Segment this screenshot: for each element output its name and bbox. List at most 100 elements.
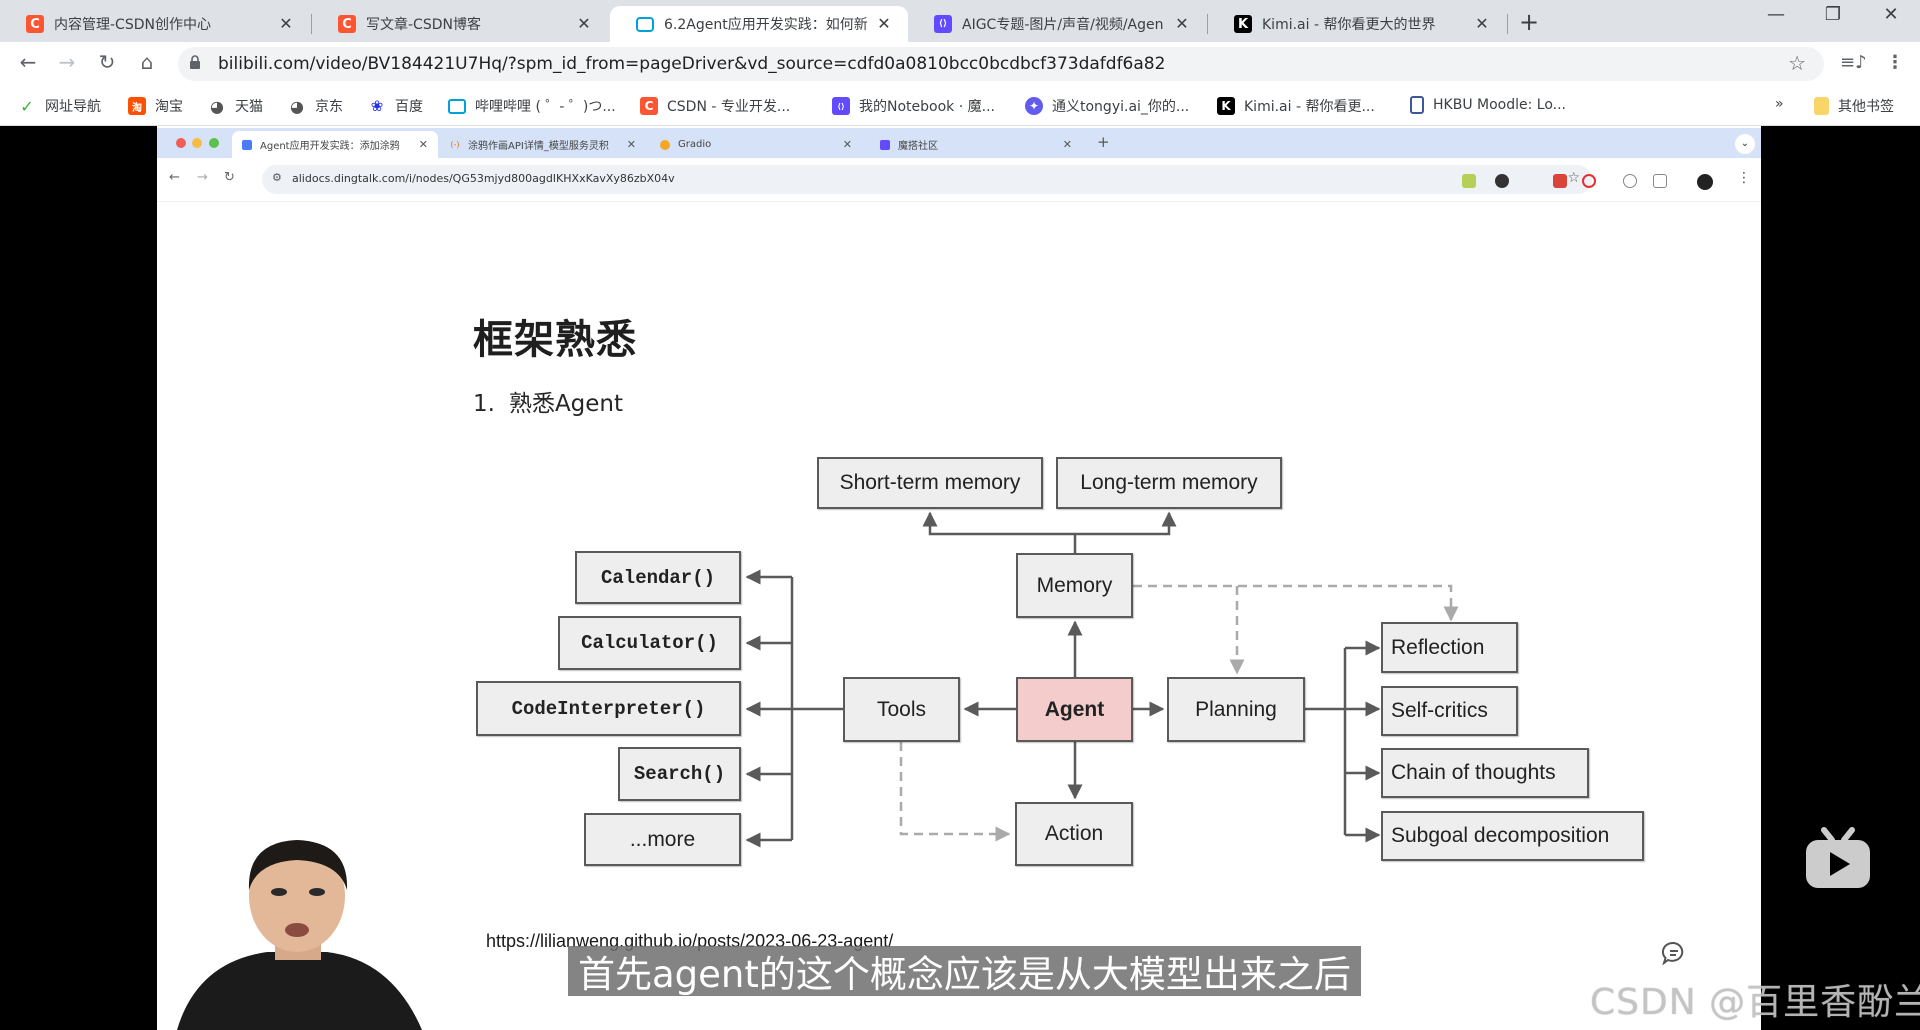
bookmark-label: 我的Notebook · 魔...	[859, 99, 995, 115]
bilibili-tv-logo-icon	[1806, 827, 1870, 888]
tab-csdn-write[interactable]: C 写文章-CSDN博客 ✕	[312, 6, 608, 42]
kimi-icon: K	[1217, 97, 1235, 115]
forward-button[interactable]: →	[53, 50, 81, 74]
presenter-webcam	[157, 840, 477, 1030]
csdn-icon: C	[26, 15, 44, 33]
close-icon[interactable]: ✕	[874, 14, 894, 33]
folder-icon	[1814, 97, 1829, 115]
modelscope-icon: ⟨⟩	[832, 97, 850, 115]
node-subgoal-decomposition: Subgoal decomposition	[1381, 811, 1644, 861]
moodle-icon	[1410, 96, 1424, 114]
close-icon[interactable]: ✕	[574, 14, 594, 33]
address-bar-row: ← → ↻ ⌂ bilibili.com/video/BV184421U7Hq/…	[0, 42, 1920, 86]
bilibili-icon	[448, 98, 466, 114]
node-calendar: Calendar()	[575, 551, 741, 604]
node-self-critics: Self-critics	[1381, 686, 1518, 736]
bookmark-label: 天猫	[235, 99, 263, 115]
home-button[interactable]: ⌂	[133, 50, 161, 74]
lock-icon[interactable]	[190, 55, 200, 69]
bookmark-label: 网址导航	[45, 99, 101, 115]
bookmark-label: 京东	[315, 99, 343, 115]
tab-bilibili-video[interactable]: 6.2Agent应用开发实践：如何新 ✕	[610, 6, 908, 42]
bookmark-kimi[interactable]: K Kimi.ai - 帮你看更...	[1217, 96, 1375, 116]
back-button[interactable]: ←	[14, 50, 42, 74]
bookmark-label: 百度	[395, 99, 423, 115]
tab-separator	[1507, 14, 1508, 34]
close-window-button[interactable]: ✕	[1868, 4, 1914, 25]
chevron-double-right-icon: »	[1775, 96, 1784, 112]
media-control-icon[interactable]: ≡♪	[1840, 52, 1867, 73]
menu-kebab-icon[interactable]: ⋮	[1886, 52, 1904, 73]
close-icon[interactable]: ✕	[1172, 14, 1192, 33]
modelscope-icon: ⟨⟩	[934, 15, 952, 33]
tab-csdn-content[interactable]: C 内容管理-CSDN创作中心 ✕	[0, 6, 310, 42]
bookmark-label: 通义tongyi.ai_你的...	[1052, 99, 1190, 115]
edge-split-to-long-term	[1075, 511, 1177, 536]
csdn-icon: C	[338, 15, 356, 33]
node-reflection: Reflection	[1381, 622, 1518, 673]
bookmark-label: Kimi.ai - 帮你看更...	[1244, 99, 1375, 115]
globe-icon: ◕	[210, 96, 224, 116]
minimize-button[interactable]: —	[1753, 4, 1799, 25]
bookmark-jd[interactable]: ◕ 京东	[288, 96, 343, 116]
bilibili-icon	[636, 16, 654, 32]
bookmark-taobao[interactable]: 淘 淘宝	[128, 96, 183, 116]
reload-button[interactable]: ↻	[93, 50, 121, 74]
bookmarks-overflow-button[interactable]: »	[1775, 96, 1784, 112]
restore-button[interactable]: ❐	[1810, 4, 1856, 25]
bookmark-modelscope-notebook[interactable]: ⟨⟩ 我的Notebook · 魔...	[832, 96, 995, 116]
tab-modelscope-aigc[interactable]: ⟨⟩ AIGC专题-图片/声音/视频/Agen ✕	[908, 6, 1206, 42]
tab-kimi[interactable]: K Kimi.ai - 帮你看更大的世界 ✕	[1208, 6, 1506, 42]
node-codeinterpreter: CodeInterpreter()	[476, 681, 741, 736]
node-short-term-memory: Short-term memory	[817, 457, 1043, 509]
other-bookmarks-folder[interactable]: 其他书签	[1814, 96, 1894, 116]
close-icon[interactable]: ✕	[1472, 14, 1492, 33]
bookmark-bilibili[interactable]: 哔哩哔哩 ( ゜- ゜)つ...	[448, 96, 616, 116]
bookmark-csdn[interactable]: C CSDN - 专业开发...	[640, 96, 790, 116]
screen: C 内容管理-CSDN创作中心 ✕ C 写文章-CSDN博客 ✕ 6.2Agen…	[0, 0, 1920, 1030]
video-player[interactable]: Agent应用开发实践：添加涂鸦 ✕ (-) 涂鸦作画API详情_模型服务灵积 …	[157, 126, 1761, 1030]
hao-icon: ✓	[20, 96, 34, 116]
edge-memory-dashed	[1133, 584, 1459, 622]
bookmark-baidu[interactable]: ❀ 百度	[368, 96, 423, 116]
bookmark-tmall[interactable]: ◕ 天猫	[208, 96, 263, 116]
bookmark-hkbu-moodle[interactable]: HKBU Moodle: Lo...	[1410, 96, 1566, 114]
bookmark-tongyi[interactable]: ✦ 通义tongyi.ai_你的...	[1025, 96, 1189, 116]
node-long-term-memory: Long-term memory	[1056, 457, 1282, 509]
kimi-icon: K	[1234, 15, 1252, 33]
globe-icon: ◕	[290, 96, 304, 116]
node-agent: Agent	[1016, 677, 1133, 742]
node-memory: Memory	[1016, 553, 1133, 618]
tab-label: 内容管理-CSDN创作中心	[54, 17, 211, 33]
taobao-icon: 淘	[128, 97, 146, 115]
node-tools: Tools	[843, 677, 960, 742]
browser-tab-bar: C 内容管理-CSDN创作中心 ✕ C 写文章-CSDN博客 ✕ 6.2Agen…	[0, 0, 1920, 42]
tab-label: AIGC专题-图片/声音/视频/Agen	[962, 17, 1164, 33]
node-more: ...more	[584, 813, 741, 866]
csdn-watermark: CSDN @百里香酚兰	[1590, 982, 1920, 1023]
edge-tools-to-action-dashed	[899, 742, 1011, 842]
node-chain-of-thoughts: Chain of thoughts	[1381, 748, 1589, 798]
tongyi-icon: ✦	[1025, 97, 1043, 115]
node-calculator: Calculator()	[558, 616, 741, 670]
address-url[interactable]: bilibili.com/video/BV184421U7Hq/?spm_id_…	[218, 54, 1165, 74]
bookmark-label: 淘宝	[155, 99, 183, 115]
bookmark-label: HKBU Moodle: Lo...	[1433, 97, 1566, 113]
video-subtitle: 首先agent的这个概念应该是从大模型出来之后	[568, 946, 1361, 996]
bookmark-star-icon[interactable]: ☆	[1788, 51, 1806, 75]
csdn-icon: C	[640, 97, 658, 115]
bookmark-hao[interactable]: ✓ 网址导航	[18, 96, 101, 116]
address-bar[interactable]: bilibili.com/video/BV184421U7Hq/?spm_id_…	[178, 47, 1824, 81]
edge-split-to-short-term	[922, 511, 1075, 536]
tab-label: 写文章-CSDN博客	[366, 17, 481, 33]
new-tab-button[interactable]: +	[1519, 8, 1539, 36]
comment-icon	[1661, 941, 1684, 965]
bookmark-label: 哔哩哔哩 ( ゜- ゜)つ...	[475, 99, 616, 115]
node-search: Search()	[618, 747, 741, 801]
tab-label: 6.2Agent应用开发实践：如何新	[664, 17, 868, 33]
tab-label: Kimi.ai - 帮你看更大的世界	[1262, 17, 1436, 33]
close-icon[interactable]: ✕	[276, 14, 296, 33]
node-planning: Planning	[1167, 677, 1305, 742]
node-action: Action	[1015, 802, 1133, 866]
bookmark-label: CSDN - 专业开发...	[667, 99, 791, 115]
